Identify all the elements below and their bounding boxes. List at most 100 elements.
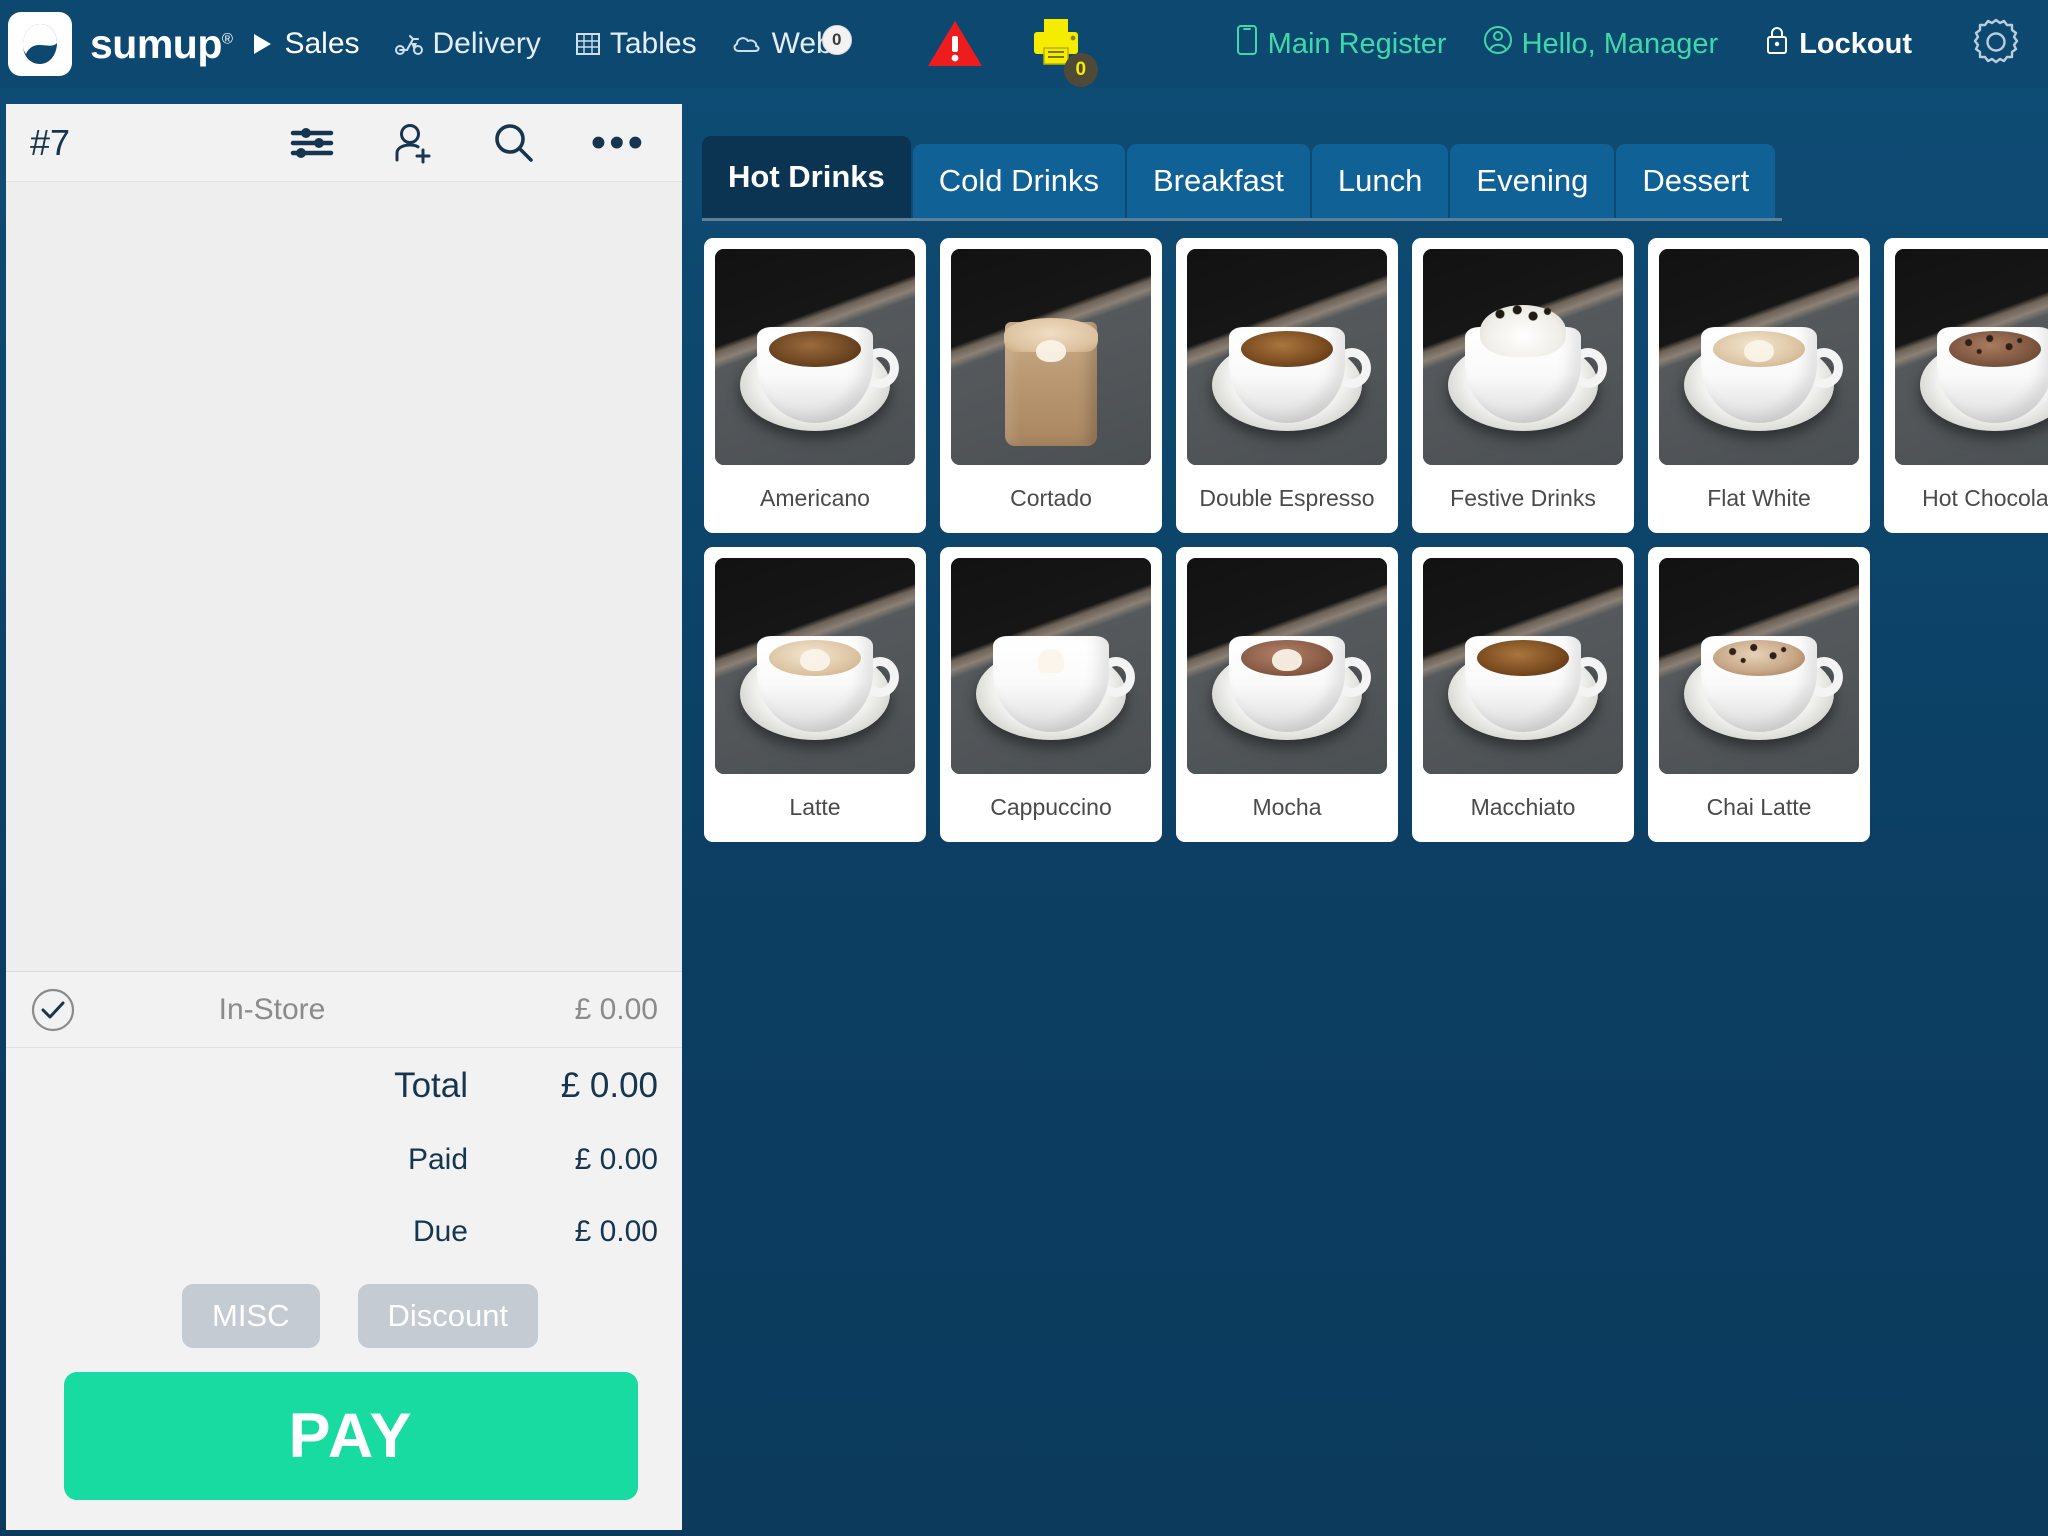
product-tile[interactable]: Chai Latte [1648, 547, 1870, 842]
product-image-hot-chocolate [1895, 249, 2048, 465]
tender-row[interactable]: In-Store £ 0.00 [6, 972, 682, 1048]
order-modifier-buttons: MISC Discount [6, 1268, 682, 1366]
logo-text: sumup [90, 20, 222, 67]
settings-button[interactable] [1930, 16, 2022, 73]
nav-item-delivery[interactable]: Delivery [377, 27, 558, 61]
tab-cold-drinks[interactable]: Cold Drinks [912, 144, 1125, 218]
product-tile[interactable]: Flat White [1648, 238, 1870, 533]
product-tile[interactable]: Cappuccino [940, 547, 1162, 842]
product-tile[interactable]: Festive Drinks [1412, 238, 1634, 533]
total-row: Total £ 0.00 [6, 1048, 682, 1124]
product-image-chai-latte [1659, 558, 1859, 774]
product-tile[interactable]: Americano [704, 238, 926, 533]
paid-label: Paid [407, 1143, 468, 1176]
product-label: Festive Drinks [1450, 485, 1596, 512]
product-label: Cortado [1010, 485, 1092, 512]
sumup-wordmark: sumup® [90, 20, 233, 68]
user-circle-icon [1483, 25, 1513, 63]
product-image-festive-drinks [1423, 249, 1623, 465]
more-options-icon[interactable]: ••• [591, 120, 646, 164]
product-tile[interactable]: Double Espresso [1176, 238, 1398, 533]
paid-row: Paid £ 0.00 [6, 1124, 682, 1196]
tender-label: In-Store [218, 992, 326, 1026]
nav-item-sales[interactable]: Sales [232, 27, 376, 61]
product-image-macchiato [1423, 558, 1623, 774]
product-tile[interactable]: Cortado [940, 238, 1162, 533]
due-row: Due £ 0.00 [6, 1196, 682, 1268]
add-person-icon[interactable] [391, 122, 435, 164]
product-image-cappuccino [951, 558, 1151, 774]
nav-label-sales: Sales [284, 27, 360, 60]
order-number: #7 [30, 121, 71, 163]
account-controls: Main Register Hello, Manager Lockout [1140, 16, 2022, 73]
product-tile[interactable]: Mocha [1176, 547, 1398, 842]
pay-button[interactable]: PAY [64, 1372, 638, 1500]
product-image-latte [715, 558, 915, 774]
sliders-icon[interactable] [289, 123, 335, 163]
product-image-americano [715, 249, 915, 465]
main-register-label: Main Register [1267, 27, 1447, 60]
product-label: Latte [789, 794, 841, 821]
product-label: Cappuccino [990, 794, 1112, 821]
top-navigation-bar: sumup® Sales Delivery Tables Web 0 0 Mai… [0, 0, 2048, 88]
play-icon [249, 31, 275, 57]
device-icon [1235, 24, 1259, 64]
pos-app: sumup® Sales Delivery Tables Web 0 0 Mai… [0, 0, 2048, 1536]
lockout-button[interactable]: Lockout [1736, 24, 1930, 64]
product-tile[interactable]: Latte [704, 547, 926, 842]
tab-hot-drinks[interactable]: Hot Drinks [702, 136, 911, 218]
tab-evening[interactable]: Evening [1450, 144, 1615, 218]
sumup-logo-icon [8, 12, 72, 76]
printer-badge-count: 0 [1063, 52, 1098, 87]
product-tile[interactable]: Macchiato [1412, 547, 1634, 842]
product-label: Americano [760, 485, 870, 512]
misc-button[interactable]: MISC [182, 1284, 320, 1348]
total-label: Total [394, 1066, 468, 1105]
tab-breakfast[interactable]: Breakfast [1126, 144, 1310, 218]
nav-label-delivery: Delivery [432, 27, 541, 60]
lock-icon [1764, 24, 1790, 64]
tab-lunch[interactable]: Lunch [1311, 144, 1449, 218]
product-label: Mocha [1252, 794, 1322, 821]
warning-triangle-icon[interactable] [902, 18, 1008, 70]
status-icons: 0 [902, 16, 1104, 87]
total-amount: £ 0.00 [560, 1066, 658, 1105]
nav-item-web[interactable]: Web 0 [714, 25, 852, 61]
primary-nav: Sales Delivery Tables Web 0 [232, 25, 852, 61]
order-line-items-list[interactable] [6, 182, 682, 972]
product-label: Chai Latte [1706, 794, 1812, 821]
gear-icon [1970, 16, 2022, 73]
user-greeting-label: Hello, Manager [1521, 27, 1719, 60]
product-label: Double Espresso [1199, 485, 1375, 512]
product-grid: Americano Cortado Double Espresso Festiv… [704, 238, 2048, 842]
user-greeting-button[interactable]: Hello, Manager [1465, 25, 1737, 63]
discount-button[interactable]: Discount [357, 1284, 539, 1348]
product-label: Macchiato [1470, 794, 1576, 821]
due-amount: £ 0.00 [574, 1215, 658, 1248]
tab-dessert[interactable]: Dessert [1616, 144, 1776, 218]
category-tabs: Hot Drinks Cold Drinks Breakfast Lunch E… [702, 136, 1782, 221]
main-register-button[interactable]: Main Register [1217, 24, 1465, 64]
scooter-icon [394, 32, 424, 56]
product-label: Hot Chocolate [1922, 485, 2048, 512]
order-header: #7 ••• [6, 104, 682, 182]
due-label: Due [412, 1215, 468, 1248]
paid-amount: £ 0.00 [574, 1143, 658, 1176]
product-image-double-espresso [1187, 249, 1387, 465]
lockout-label: Lockout [1799, 27, 1912, 60]
check-circle-icon [30, 987, 86, 1033]
web-badge-count: 0 [821, 25, 852, 55]
tender-amount: £ 0.00 [574, 992, 658, 1026]
nav-label-tables: Tables [609, 27, 697, 60]
printer-status[interactable]: 0 [1008, 16, 1104, 87]
cloud-icon [731, 32, 763, 56]
order-actions: ••• [289, 120, 646, 165]
grid-icon [575, 31, 601, 57]
product-image-cortado [951, 249, 1151, 465]
logo-registered-mark: ® [221, 29, 233, 47]
product-tile[interactable]: Hot Chocolate [1884, 238, 2048, 533]
search-icon[interactable] [491, 121, 535, 165]
nav-item-tables[interactable]: Tables [558, 27, 714, 61]
product-image-mocha [1187, 558, 1387, 774]
order-panel: #7 ••• In-Store £ 0.00 Total £ 0.00 Paid… [6, 104, 682, 1530]
